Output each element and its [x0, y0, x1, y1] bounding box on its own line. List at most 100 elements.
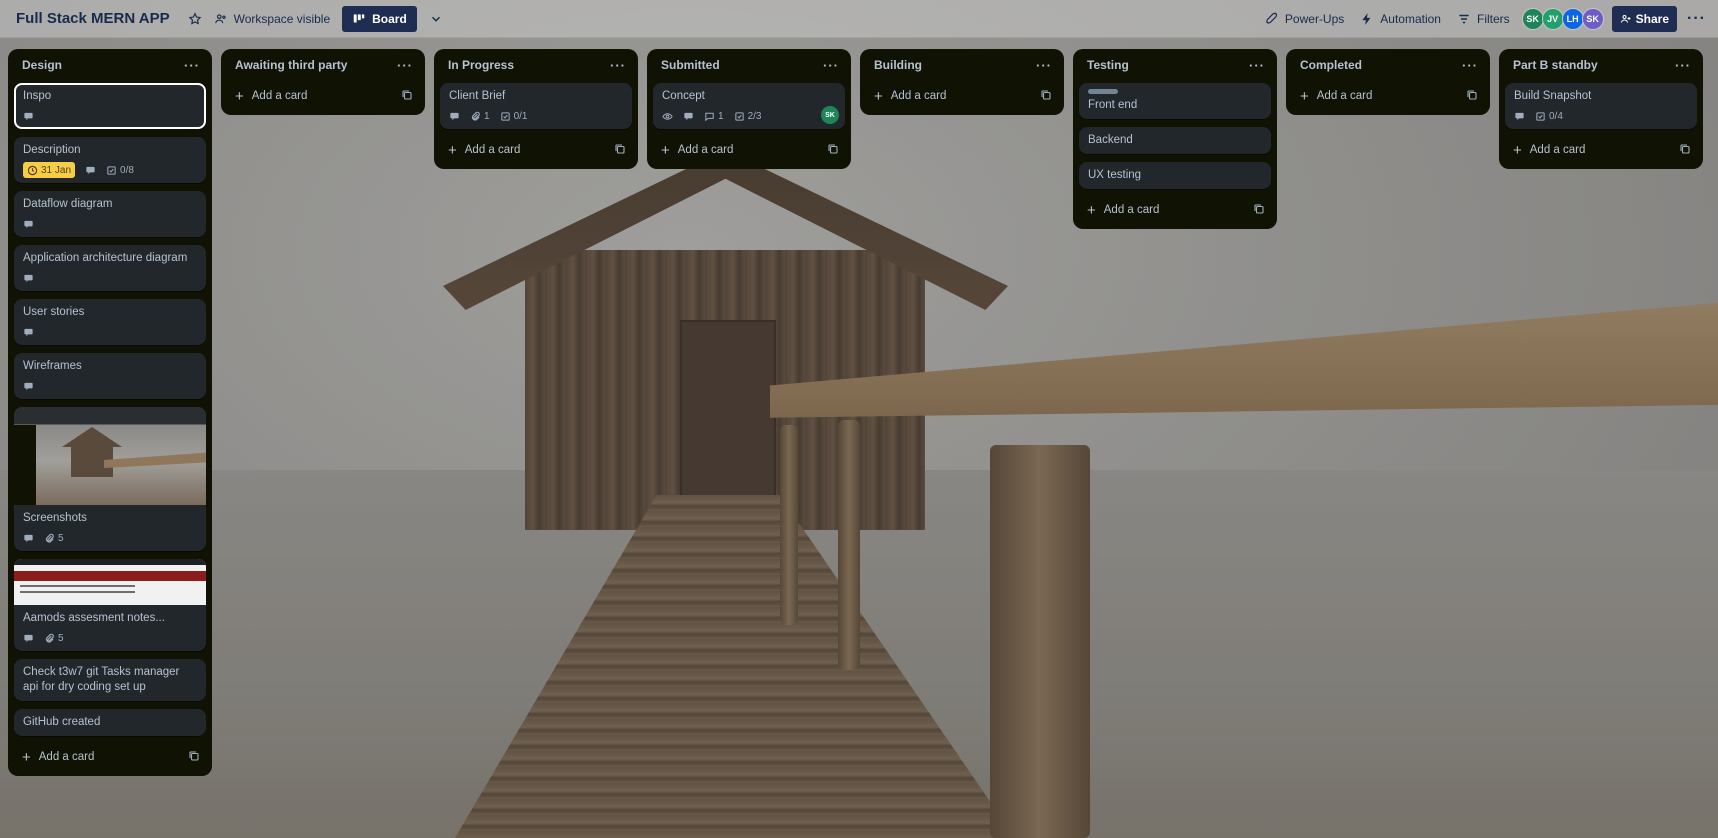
list-title[interactable]: In Progress [448, 58, 514, 72]
add-card-button[interactable]: + Add a card [227, 83, 419, 109]
card-label[interactable] [1088, 89, 1118, 94]
card-template-button[interactable] [827, 143, 839, 158]
description-icon [24, 112, 33, 120]
plus-icon: + [1087, 201, 1096, 219]
card[interactable]: Concept 1 2/3 SK [653, 83, 845, 129]
list-title[interactable]: Building [874, 58, 922, 72]
card[interactable]: Screenshots 5 [14, 407, 206, 551]
attachments-badge: 1 [470, 111, 490, 122]
attachments-count: 5 [58, 532, 64, 544]
description-icon [684, 112, 693, 120]
board-background [0, 0, 1718, 838]
plus-icon: + [1300, 87, 1309, 105]
list-menu-button[interactable]: ··· [184, 58, 200, 73]
card[interactable]: Description 31 Jan 0/8 [14, 137, 206, 183]
add-card-label: Add a card [1316, 90, 1373, 102]
list-menu-button[interactable]: ··· [823, 58, 839, 73]
share-button[interactable]: Share [1611, 5, 1678, 32]
card[interactable]: Check t3w7 git Tasks manager api for dry… [14, 659, 206, 701]
card-template-button[interactable] [1679, 143, 1691, 158]
board-title[interactable]: Full Stack MERN APP [16, 10, 170, 27]
add-card-button[interactable]: + Add a card [866, 83, 1058, 109]
view-switcher-button[interactable] [423, 6, 449, 32]
card[interactable]: Build Snapshot 0/4 [1505, 83, 1697, 129]
avatar[interactable]: SK [1581, 7, 1604, 30]
card-template-icon [1680, 143, 1690, 154]
card[interactable]: Wireframes [14, 353, 206, 399]
avatar[interactable]: SK [1521, 7, 1544, 30]
description-icon [86, 166, 95, 174]
card-template-button[interactable] [401, 89, 413, 104]
automation-button[interactable]: Automation [1354, 6, 1447, 32]
avatar[interactable]: JV [1541, 7, 1564, 30]
list-title[interactable]: Awaiting third party [235, 58, 347, 72]
list-menu-button[interactable]: ··· [610, 58, 626, 73]
board-view-button[interactable]: Board [342, 5, 417, 32]
powerups-button[interactable]: Power-Ups [1259, 6, 1350, 32]
people-icon [214, 13, 226, 23]
list-title[interactable]: Completed [1300, 58, 1362, 72]
card-template-button[interactable] [188, 750, 200, 765]
add-card-label: Add a card [677, 144, 734, 156]
card-title: Client Brief [449, 90, 506, 102]
board-menu-button[interactable]: ··· [1681, 10, 1712, 28]
list-title[interactable]: Submitted [661, 58, 720, 72]
card[interactable]: Aamods assesment notes... 5 [14, 559, 206, 651]
add-card-button[interactable]: + Add a card [14, 744, 206, 770]
add-card-label: Add a card [890, 90, 947, 102]
list-header: Submitted ··· [653, 55, 845, 75]
add-card-button[interactable]: + Add a card [1292, 83, 1484, 109]
checklist-badge: 0/1 [500, 111, 527, 122]
list-menu-button[interactable]: ··· [1675, 58, 1691, 73]
add-card-button[interactable]: + Add a card [653, 137, 845, 163]
visibility-button[interactable]: Workspace visible [208, 6, 336, 32]
card-template-icon [828, 143, 838, 154]
card[interactable]: Application architecture diagram [14, 245, 206, 291]
list-menu-button[interactable]: ··· [1036, 58, 1052, 73]
star-button[interactable] [182, 6, 208, 32]
due-date-text: 31 Jan [41, 164, 72, 176]
card[interactable]: GitHub created [14, 709, 206, 736]
card[interactable]: Front end [1079, 83, 1271, 119]
add-card-button[interactable]: + Add a card [440, 137, 632, 163]
description-icon [24, 534, 33, 542]
cover-house [62, 427, 122, 477]
card[interactable]: UX testing [1079, 162, 1271, 189]
list-title[interactable]: Testing [1087, 58, 1129, 72]
filters-button[interactable]: Filters [1451, 6, 1516, 32]
description-badge [683, 111, 694, 122]
description-badge [1514, 111, 1525, 122]
add-card-button[interactable]: + Add a card [1079, 197, 1271, 223]
card[interactable]: Inspo [14, 83, 206, 129]
card[interactable]: Client Brief 1 0/1 [440, 83, 632, 129]
card-template-button[interactable] [1040, 89, 1052, 104]
list-title[interactable]: Design [22, 58, 62, 72]
list-menu-button[interactable]: ··· [1462, 58, 1478, 73]
description-badge [23, 327, 34, 338]
avatar[interactable]: LH [1561, 7, 1584, 30]
card[interactable]: User stories [14, 299, 206, 345]
description-icon [24, 634, 33, 642]
card-title: Application architecture diagram [23, 252, 188, 264]
card-title: GitHub created [23, 716, 101, 728]
list-completed: Completed ··· + Add a card [1286, 49, 1490, 115]
paperclip-icon [45, 533, 54, 543]
card-template-button[interactable] [614, 143, 626, 158]
card-badges: 31 Jan 0/8 [23, 162, 197, 178]
checklist-badge: 0/4 [1535, 111, 1563, 122]
card[interactable]: Backend [1079, 127, 1271, 154]
list-menu-button[interactable]: ··· [397, 58, 413, 73]
card-title: Backend [1088, 134, 1133, 146]
add-card-button[interactable]: + Add a card [1505, 137, 1697, 163]
card[interactable]: Dataflow diagram [14, 191, 206, 237]
due-date-badge[interactable]: 31 Jan [23, 162, 76, 178]
card-template-button[interactable] [1466, 89, 1478, 104]
list-title[interactable]: Part B standby [1513, 58, 1598, 72]
card-template-button[interactable] [1253, 203, 1265, 218]
card-member-avatar[interactable]: SK [821, 106, 839, 124]
checklist-badge: 0/8 [106, 165, 134, 176]
card-title: User stories [23, 306, 85, 318]
list-menu-button[interactable]: ··· [1249, 58, 1265, 73]
cover-bar [14, 571, 206, 581]
add-person-icon [1620, 14, 1631, 23]
